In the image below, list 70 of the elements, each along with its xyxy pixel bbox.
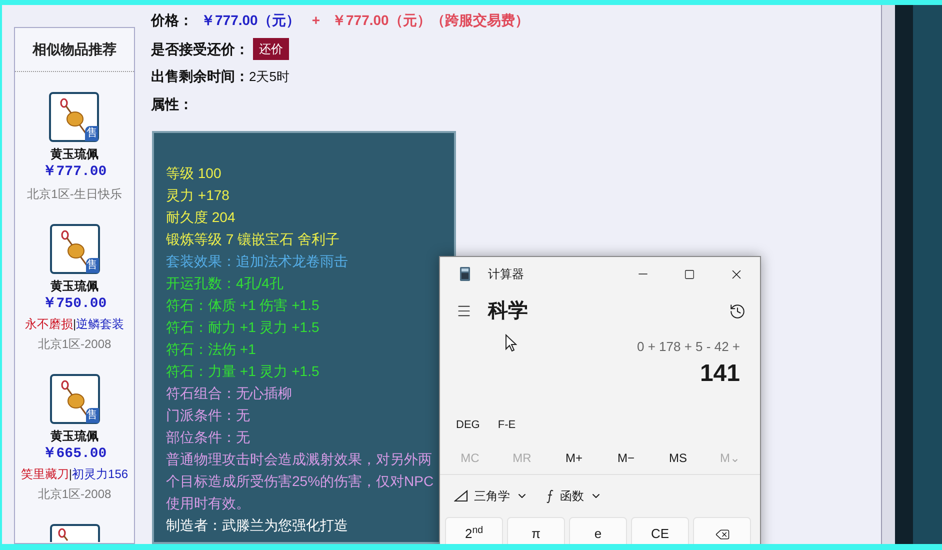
time-label: 出售剩余时间： xyxy=(151,67,249,86)
item-server: 北京1区-2008 xyxy=(38,336,112,352)
sale-badge: 售 xyxy=(86,408,98,423)
item-tag: 永不磨损 xyxy=(24,316,73,332)
attribute-line: 符石：耐力 +1 灵力 +1.5 xyxy=(166,318,320,337)
item-price: ￥750.00 xyxy=(42,295,107,314)
attribute-line: 等级 100 xyxy=(166,164,222,183)
backspace-key[interactable] xyxy=(693,517,751,544)
sidebar-title: 相似物品推荐 xyxy=(32,40,116,59)
mode-title: 科学 xyxy=(488,299,528,324)
attribute-line: 制造者：武滕兰为您强化打造 xyxy=(166,516,349,535)
window-title: 计算器 xyxy=(488,266,524,283)
item-server: 北京1区-2008 xyxy=(38,486,112,502)
triangle-icon xyxy=(454,490,468,502)
attribute-line: 灵力 +178 xyxy=(166,186,230,205)
bargain-button[interactable]: 还价 xyxy=(253,38,289,60)
attribute-line: 符石：法伤 +1 xyxy=(166,340,257,359)
mode-toggle-button[interactable]: F-E xyxy=(492,412,522,438)
function-dropdown[interactable]: 函数 xyxy=(544,483,604,509)
item-tag: 笑里藏刀 xyxy=(20,466,69,482)
time-value: 2天5时 xyxy=(249,68,290,86)
item-thumbnail[interactable]: 售 xyxy=(49,92,100,142)
plus-sign: + xyxy=(312,10,320,30)
calculator-key[interactable]: e xyxy=(569,517,627,544)
attribute-line: 耐久度 204 xyxy=(166,208,236,227)
attribute-line: 普通物理攻击时会造成溅射效果，对另外两个目标造成所受伤害25%的伤害，仅对NPC使用时有效。 xyxy=(166,450,435,513)
item-price: ￥777.00 xyxy=(42,163,107,182)
attribute-line: 符石：体质 +1 伤害 +1.5 xyxy=(166,296,320,315)
sale-badge: 售 xyxy=(85,126,98,141)
item-name[interactable]: 黄玉琉佩 xyxy=(50,146,98,162)
attributes-label: 属性： xyxy=(151,95,194,114)
mode-toggle-button[interactable]: DEG xyxy=(450,412,486,438)
attribute-line: 套装效果：追加法术龙卷雨击 xyxy=(166,252,349,271)
tag-separator: | xyxy=(68,466,72,482)
cursor-icon xyxy=(505,334,517,352)
price-label: 价格： xyxy=(151,10,193,30)
item-name[interactable]: 黄玉琉佩 xyxy=(50,428,98,444)
menu-icon[interactable] xyxy=(456,303,472,319)
result-display: 141 xyxy=(700,358,740,388)
calculator-key[interactable]: 2$^{nd}$ xyxy=(445,517,503,544)
item-thumbnail[interactable]: 售 xyxy=(50,224,100,274)
calculator-icon xyxy=(460,267,470,281)
tag-separator: | xyxy=(72,316,76,332)
item-price: ￥665.00 xyxy=(42,445,107,464)
attribute-line: 门派条件：无 xyxy=(166,406,251,425)
attribute-line: 部位条件：无 xyxy=(166,428,251,447)
memory-button[interactable]: M+ xyxy=(548,448,600,466)
calculator-key[interactable]: π xyxy=(507,517,565,544)
item-tag: 初灵力156 xyxy=(72,466,128,482)
memory-button[interactable]: M− xyxy=(600,448,652,466)
price-value: ￥777.00（元） xyxy=(201,10,300,30)
attribute-line: 符石组合：无心插柳 xyxy=(166,384,293,403)
function-dropdown[interactable]: 三角学 xyxy=(452,483,530,509)
pendant-icon xyxy=(58,528,70,541)
memory-button[interactable]: MS xyxy=(652,448,704,466)
bargain-label: 是否接受还价： xyxy=(151,40,249,58)
history-icon[interactable] xyxy=(729,302,746,320)
item-server: 北京1区-生日快乐 xyxy=(27,186,122,202)
calculator-key[interactable]: CE xyxy=(631,517,689,544)
item-thumbnail[interactable]: 售 xyxy=(50,374,100,424)
item-name[interactable]: 黄玉琉佩 xyxy=(50,278,98,294)
item-tag: 逆鳞套装 xyxy=(76,316,124,332)
cross-server-fee: ￥777.00（元）（跨服交易费） xyxy=(332,10,529,30)
attribute-line: 锻炼等级 7 镶嵌宝石 舍利子 xyxy=(166,230,340,249)
item-thumbnail[interactable] xyxy=(50,524,100,542)
attribute-line: 符石：力量 +1 灵力 +1.5 xyxy=(166,362,320,381)
attribute-line: 开运孔数：4孔/4孔 xyxy=(166,274,284,293)
sale-badge: 售 xyxy=(86,258,98,273)
function-icon xyxy=(546,488,554,504)
expression-display: 0 + 178 + 5 - 42 + xyxy=(637,338,740,356)
